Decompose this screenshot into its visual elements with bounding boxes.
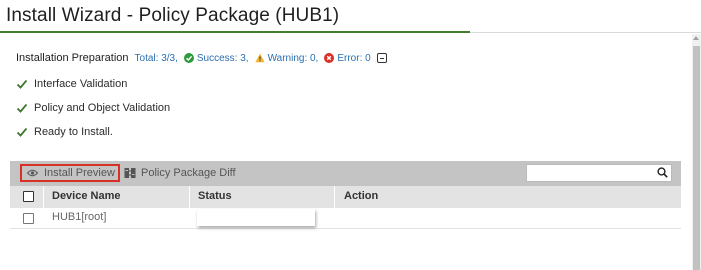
checkmark-icon xyxy=(16,78,28,90)
install-preview-label: Install Preview xyxy=(44,167,115,179)
title-accent-underline xyxy=(0,31,470,33)
status-cell xyxy=(197,209,315,226)
preparation-summary: Installation Preparation Total: 3/3, Suc… xyxy=(16,51,387,65)
device-name-cell: HUB1[root] xyxy=(52,211,107,223)
warning-triangle-icon xyxy=(254,53,265,63)
search-input[interactable] xyxy=(530,166,654,180)
table-toolbar: Install Preview Policy Package Diff xyxy=(10,161,681,186)
table-header: Device Name Status Action xyxy=(10,186,681,208)
title-divider xyxy=(470,32,701,33)
check-item-label: Ready to Install. xyxy=(34,126,113,138)
policy-package-diff-button[interactable]: Policy Package Diff xyxy=(124,165,236,181)
title-bar: Install Wizard - Policy Package (HUB1) xyxy=(0,0,701,34)
page-title: Install Wizard - Policy Package (HUB1) xyxy=(6,5,340,26)
warning-count-label: Warning: 0, xyxy=(267,52,319,64)
check-item-label: Policy and Object Validation xyxy=(34,102,171,114)
search-icon[interactable] xyxy=(657,167,668,178)
check-item-label: Interface Validation xyxy=(34,78,128,90)
search-box xyxy=(526,164,672,182)
error-count-label: Error: 0 xyxy=(337,52,371,64)
success-count[interactable]: Success: 3, xyxy=(183,52,249,64)
column-divider xyxy=(334,186,335,208)
check-item-policy-object-validation: Policy and Object Validation xyxy=(16,100,170,116)
column-header-device-name[interactable]: Device Name xyxy=(52,190,121,202)
install-preview-button[interactable]: Install Preview xyxy=(20,164,120,182)
column-header-status[interactable]: Status xyxy=(198,190,232,202)
table-row[interactable]: HUB1[root] xyxy=(10,208,681,229)
column-divider xyxy=(43,186,44,208)
column-divider xyxy=(189,186,190,208)
policy-package-diff-label: Policy Package Diff xyxy=(141,167,236,179)
row-checkbox[interactable] xyxy=(23,213,34,224)
collapse-icon[interactable] xyxy=(376,53,387,63)
scrollbar-thumb[interactable] xyxy=(693,46,700,270)
warning-count[interactable]: Warning: 0, xyxy=(254,52,319,64)
preparation-label: Installation Preparation xyxy=(16,52,129,64)
vertical-scrollbar[interactable] xyxy=(692,34,701,270)
error-count[interactable]: Error: 0 xyxy=(324,52,371,64)
eye-icon xyxy=(27,169,38,177)
success-count-label: Success: 3, xyxy=(196,52,249,64)
diff-icon xyxy=(124,167,136,179)
wizard-content: Installation Preparation Total: 3/3, Suc… xyxy=(0,34,692,270)
check-item-ready-to-install: Ready to Install. xyxy=(16,124,113,140)
select-all-checkbox[interactable] xyxy=(23,191,34,202)
check-circle-icon xyxy=(183,53,194,63)
check-item-interface-validation: Interface Validation xyxy=(16,76,127,92)
checkmark-icon xyxy=(16,126,28,138)
scroll-up-arrow-icon[interactable] xyxy=(693,36,699,40)
error-circle-icon xyxy=(324,53,335,63)
column-header-action[interactable]: Action xyxy=(344,190,378,202)
checkmark-icon xyxy=(16,102,28,114)
total-count[interactable]: Total: 3/3, xyxy=(135,53,178,64)
